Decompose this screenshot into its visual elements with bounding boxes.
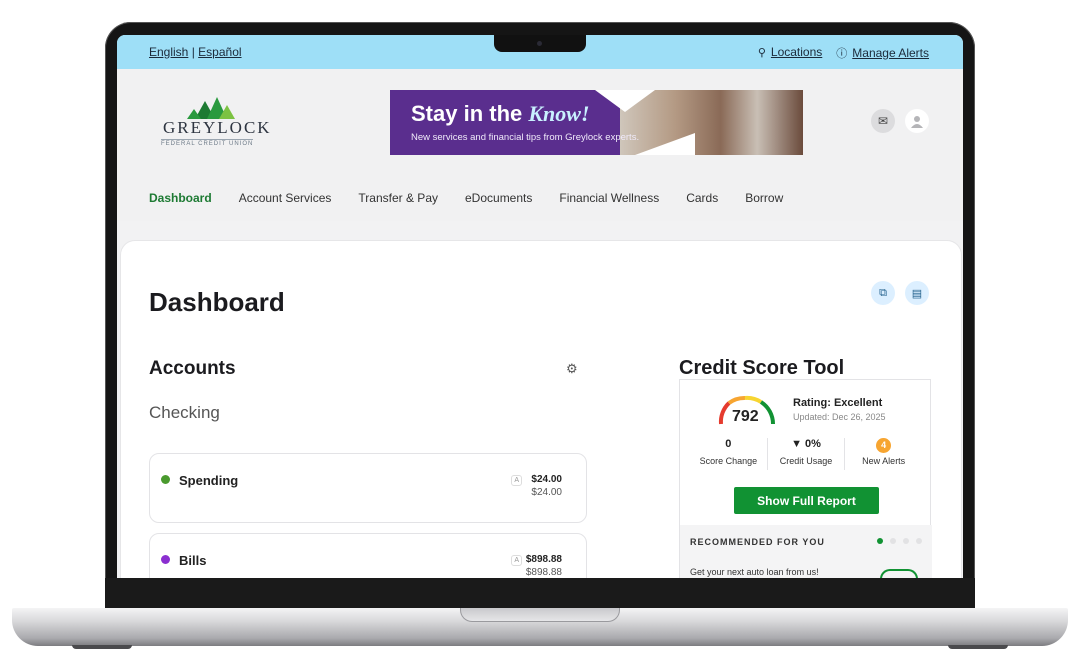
locations-link[interactable]: Locations	[771, 45, 822, 59]
banner-title-prefix: Stay in the	[411, 101, 523, 126]
laptop-foot	[948, 645, 1008, 649]
promo-banner[interactable]: Stay in the Know! New services and finan…	[390, 90, 803, 155]
nav-financial-wellness[interactable]: Financial Wellness	[559, 191, 659, 205]
credit-stats: 0 Score Change ▼ 0% Credit Usage 4 New A…	[690, 438, 922, 470]
main-nav: Dashboard Account Services Transfer & Pa…	[149, 191, 783, 205]
stat-value: 0	[725, 438, 732, 450]
carousel-dot[interactable]	[890, 538, 896, 544]
status-dot-icon	[161, 475, 170, 484]
user-avatar-icon[interactable]	[905, 109, 929, 133]
stat-value: 4	[845, 438, 922, 453]
user-silhouette	[911, 116, 923, 128]
language-switcher: English | Español	[149, 45, 242, 59]
stat-label: New Alerts	[862, 456, 906, 466]
header-icons: ✉	[871, 109, 929, 133]
credit-score-value: 792	[732, 408, 759, 425]
account-available: $24.00	[531, 487, 562, 498]
camera-icon	[537, 41, 542, 46]
account-name: Bills	[179, 553, 207, 568]
accounts-heading: Accounts	[149, 358, 236, 379]
stat-credit-usage: ▼ 0% Credit Usage	[768, 438, 846, 470]
stat-label: Score Change	[699, 456, 758, 466]
account-badge: A	[511, 475, 522, 486]
locations-item[interactable]: ⚲ Locations	[758, 45, 822, 61]
laptop-foot	[72, 645, 132, 649]
location-pin-icon: ⚲	[757, 47, 766, 59]
document-icon[interactable]: ▤	[905, 281, 929, 305]
banner-title-script: Know!	[528, 101, 590, 126]
camera-notch	[494, 35, 586, 52]
utility-links: ⚲ Locations ⓘ Manage Alerts	[758, 45, 929, 61]
logo-name: GREYLOCK	[163, 118, 272, 137]
laptop-notch	[460, 608, 620, 622]
nav-edocuments[interactable]: eDocuments	[465, 191, 532, 205]
page-actions: ⧉ ▤	[871, 281, 929, 305]
nav-dashboard[interactable]: Dashboard	[149, 191, 212, 205]
carousel-dot[interactable]	[916, 538, 922, 544]
carousel-dots[interactable]	[877, 538, 922, 544]
page-title: Dashboard	[149, 287, 285, 317]
credit-score-heading: Credit Score Tool	[679, 357, 845, 379]
nav-cards[interactable]: Cards	[686, 191, 718, 205]
account-available: $898.88	[525, 567, 562, 578]
nav-borrow[interactable]: Borrow	[745, 191, 783, 205]
gear-icon[interactable]: ⚙	[566, 361, 578, 377]
checking-heading: Checking	[149, 403, 220, 422]
carousel-dot[interactable]	[877, 538, 883, 544]
credit-score-card: 792 Rating: Excellent Updated: Dec 26, 2…	[679, 379, 932, 578]
status-dot-icon	[161, 555, 170, 564]
site-header: GREYLOCK FEDERAL CREDIT UNION Stay in th…	[117, 69, 963, 221]
banner-title: Stay in the Know!	[411, 101, 590, 127]
recommendation-text[interactable]: Get your next auto loan from us!	[690, 567, 819, 577]
dashboard-content: Dashboard ⧉ ▤ Accounts ⚙ Checking Spendi…	[121, 241, 961, 578]
manage-alerts-link[interactable]: Manage Alerts	[852, 46, 929, 60]
greylock-logo[interactable]: GREYLOCK FEDERAL CREDIT UNION	[159, 97, 272, 153]
stat-label: Credit Usage	[779, 456, 833, 466]
browser-screen: English | Español ⚲ Locations ⓘ Manage Ale…	[117, 35, 963, 578]
copy-icon[interactable]: ⧉	[871, 281, 895, 305]
lang-separator: |	[191, 45, 195, 59]
english-link[interactable]: English	[149, 45, 188, 59]
account-name: Spending	[179, 473, 239, 488]
alerts-count-badge: 4	[876, 438, 892, 453]
banner-subtitle: New services and financial tips from Gre…	[411, 132, 640, 143]
stat-new-alerts[interactable]: 4 New Alerts	[845, 438, 922, 470]
screen-bezel	[105, 578, 975, 610]
credit-rating: Rating: Excellent	[793, 397, 883, 409]
alert-info-icon: ⓘ	[836, 48, 848, 60]
stat-value: ▼ 0%	[791, 438, 821, 450]
stat-score-change: 0 Score Change	[690, 438, 768, 470]
nav-account-services[interactable]: Account Services	[239, 191, 332, 205]
banner-decoration	[635, 133, 695, 155]
show-full-report-button[interactable]: Show Full Report	[734, 487, 879, 514]
account-badge: A	[511, 555, 522, 566]
trees-logo-icon	[187, 97, 235, 119]
recommended-section: RECOMMENDED FOR YOU Get your next auto l…	[680, 525, 932, 578]
nav-transfer-pay[interactable]: Transfer & Pay	[358, 191, 438, 205]
credit-updated: Updated: Dec 26, 2025	[793, 412, 886, 422]
account-card-spending[interactable]: Spending A $24.00 $24.00	[149, 453, 587, 523]
recommended-heading: RECOMMENDED FOR YOU	[690, 537, 825, 547]
banner-decoration	[595, 90, 655, 112]
account-balance: $898.88	[525, 554, 562, 565]
car-icon	[880, 569, 918, 578]
account-balance: $24.00	[531, 474, 562, 485]
carousel-dot[interactable]	[903, 538, 909, 544]
account-card-bills[interactable]: Bills A $898.88 $898.88	[149, 533, 587, 578]
manage-alerts-item[interactable]: ⓘ Manage Alerts	[836, 45, 929, 61]
espanol-link[interactable]: Español	[198, 45, 241, 59]
mail-icon[interactable]: ✉	[871, 109, 895, 133]
logo-subtitle: FEDERAL CREDIT UNION	[161, 139, 254, 147]
